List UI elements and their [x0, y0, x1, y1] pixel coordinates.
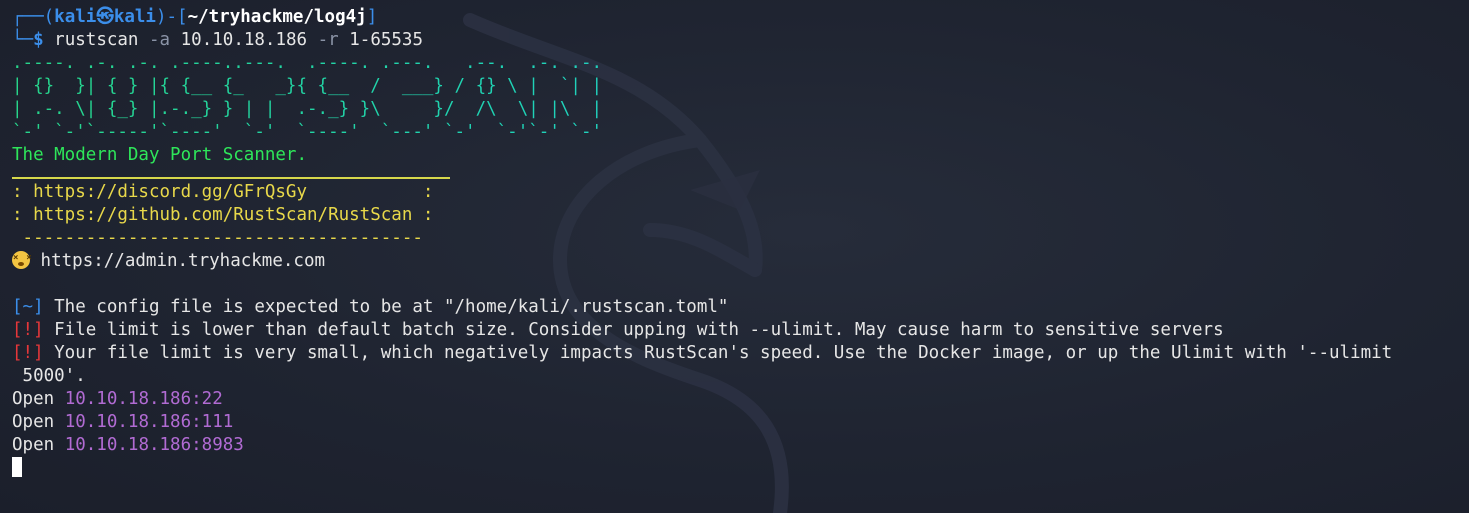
message-tag-warning: [!]	[12, 320, 44, 340]
command-target: 10.10.18.186	[180, 30, 308, 50]
banner-ascii-line-3: | .-. \| {_} |.-._} } | | .-._} }\ }/ /\…	[12, 98, 1462, 121]
cursor-line	[12, 457, 1462, 480]
prompt-separator: )-[	[155, 7, 188, 27]
prompt-line-1: ┌──(kali㉿kali)-[~/tryhackme/log4j]	[12, 6, 1462, 29]
open-label: Open	[12, 412, 55, 432]
prompt-path: ~/tryhackme/log4j	[187, 7, 367, 27]
banner-divider	[12, 177, 450, 179]
prompt-corner-top: ┌──(	[12, 7, 55, 27]
prompt-host: kali	[113, 7, 156, 27]
command-range: 1-65535	[349, 30, 424, 50]
open-port-address: 10.10.18.186:22	[64, 389, 223, 409]
banner-tagline: The Modern Day Port Scanner.	[12, 145, 308, 165]
command-flag-a: -a	[149, 30, 171, 50]
message-config: [~] The config file is expected to be at…	[12, 296, 1462, 319]
prompt-corner-bottom: └─	[12, 30, 34, 50]
banner-joke-text: https://admin.tryhackme.com	[40, 251, 326, 271]
message-text: File limit is lower than default batch s…	[43, 320, 1224, 340]
open-port-address: 10.10.18.186:8983	[64, 435, 244, 455]
message-text: The config file is expected to be at "/h…	[43, 297, 729, 317]
terminal-output: ┌──(kali㉿kali)-[~/tryhackme/log4j] └─$ r…	[12, 6, 1462, 480]
message-wrap-continuation: 5000'.	[12, 366, 86, 386]
message-file-limit-warning: [!] Your file limit is very small, which…	[12, 342, 1462, 365]
banner-joke-line: https://admin.tryhackme.com	[12, 247, 1462, 273]
message-text: Your file limit is very small, which neg…	[43, 343, 1393, 363]
prompt-at-symbol: ㉿	[96, 7, 114, 27]
open-port-address: 10.10.18.186:111	[64, 412, 234, 432]
prompt-close: ]	[366, 7, 378, 27]
dizzy-face-icon	[12, 247, 31, 270]
banner-dashes: --------------------------------------	[12, 228, 423, 248]
banner-ascii-line-1: .----. .-. .-. .----..---. .----. .---. …	[12, 52, 1462, 75]
open-label: Open	[12, 389, 55, 409]
command-name: rustscan	[54, 30, 139, 50]
block-cursor[interactable]	[12, 457, 22, 477]
message-ulimit-warning: [!] File limit is lower than default bat…	[12, 319, 1462, 342]
message-tag-warning: [!]	[12, 343, 44, 363]
open-label: Open	[12, 435, 55, 455]
banner-ascii-line-2: | {} }| { } |{ {__ {_ _}{ {__ / ___} / {…	[12, 75, 1462, 98]
open-port-line: Open 10.10.18.186:8983	[12, 434, 1462, 457]
prompt-user: kali	[54, 7, 97, 27]
command-flag-r: -r	[317, 30, 339, 50]
banner-github-link: : https://github.com/RustScan/RustScan :	[12, 205, 434, 225]
open-port-line: Open 10.10.18.186:22	[12, 388, 1462, 411]
banner-ascii-line-4: `-' `-'`-----'`----' `-' `----' `---' `-…	[12, 121, 1462, 144]
prompt-line-2: └─$ rustscan -a 10.10.18.186 -r 1-65535	[12, 29, 1462, 52]
prompt-dollar: $	[33, 30, 44, 50]
open-port-line: Open 10.10.18.186:111	[12, 411, 1462, 434]
message-tag-info: [~]	[12, 297, 44, 317]
terminal-window[interactable]: ┌──(kali㉿kali)-[~/tryhackme/log4j] └─$ r…	[0, 0, 1469, 513]
banner-discord-link: : https://discord.gg/GFrQsGy :	[12, 182, 434, 202]
